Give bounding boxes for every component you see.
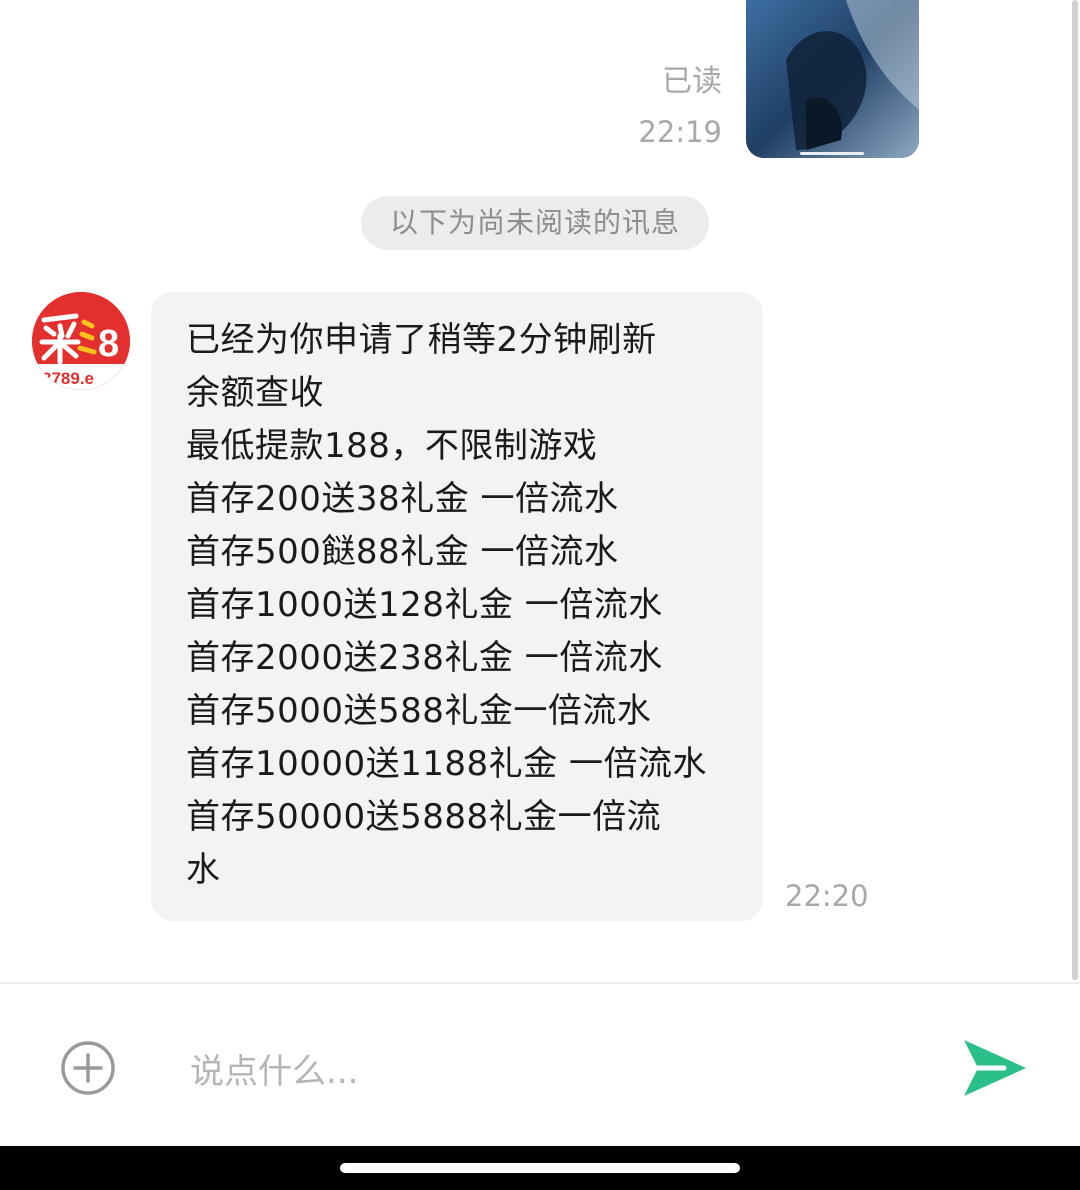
- received-timestamp: 22:20: [785, 879, 869, 913]
- message-line: 水: [186, 850, 221, 890]
- message-line: 首存200送38礼金 一倍流水: [186, 479, 619, 519]
- message-line: 首存1000送128礼金 一倍流水: [186, 585, 663, 625]
- svg-text:8: 8: [98, 323, 119, 365]
- scrollbar-thumb[interactable]: [1072, 0, 1078, 980]
- message-line: 首存2000送238礼金 一倍流水: [186, 638, 663, 678]
- message-input[interactable]: [190, 1044, 890, 1100]
- sent-image-message[interactable]: [746, 0, 919, 158]
- message-line: 首存10000送1188礼金 一倍流水: [186, 744, 707, 784]
- message-composer: [0, 982, 1080, 1146]
- chat-screen: 已读 22:19 以下为尚未阅读的讯息 8 3789.e 已经为你申请了稍等2分…: [0, 0, 1080, 1190]
- home-indicator[interactable]: [340, 1163, 740, 1173]
- avatar-subtext: 3789.e: [42, 369, 94, 388]
- add-attachment-button[interactable]: [60, 1040, 116, 1096]
- system-navigation-bar: [0, 1146, 1080, 1190]
- send-arrow-icon: [964, 1040, 1026, 1096]
- unread-divider: 以下为尚未阅读的讯息: [361, 196, 709, 250]
- read-receipt: 已读: [662, 64, 722, 99]
- message-line: 余额查收: [186, 373, 324, 413]
- image-thumbnail: [746, 0, 919, 158]
- message-line: 已经为你申请了稍等2分钟刷新: [186, 320, 657, 360]
- message-list[interactable]: 已读 22:19 以下为尚未阅读的讯息 8 3789.e 已经为你申请了稍等2分…: [0, 0, 1080, 982]
- message-line: 最低提款188，不限制游戏: [186, 426, 598, 466]
- scrollbar[interactable]: [1070, 0, 1080, 982]
- received-message-bubble[interactable]: 已经为你申请了稍等2分钟刷新 余额查收 最低提款188，不限制游戏 首存200送…: [151, 292, 763, 921]
- message-line: 首存5000送588礼金一倍流水: [186, 691, 652, 731]
- brand-logo-icon: 8 3789.e: [32, 292, 130, 390]
- message-line: 首存500餸88礼金 一倍流水: [186, 532, 619, 572]
- send-button[interactable]: [960, 1036, 1030, 1100]
- plus-circle-icon: [61, 1041, 115, 1095]
- avatar[interactable]: 8 3789.e: [32, 292, 130, 390]
- sent-timestamp: 22:19: [638, 115, 722, 149]
- message-line: 首存50000送5888礼金一倍流: [186, 797, 662, 837]
